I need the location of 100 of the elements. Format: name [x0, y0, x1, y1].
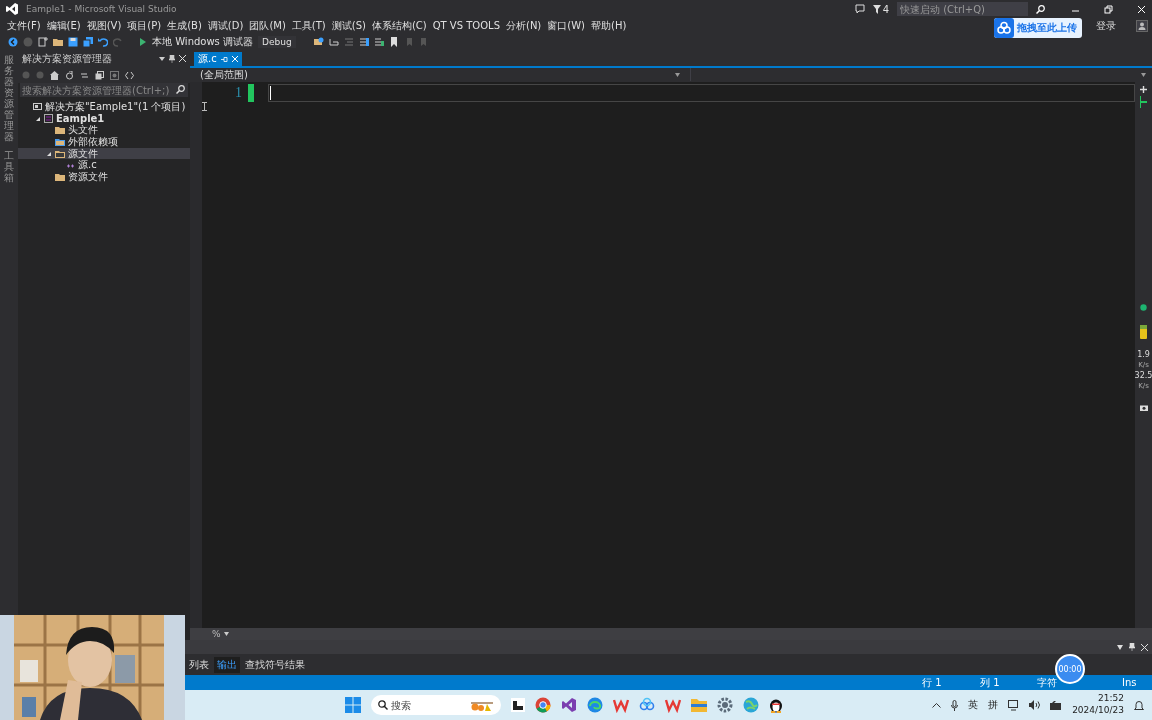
menu-item[interactable]: 体系结构(C)	[368, 18, 430, 33]
menu-item[interactable]: QT VS TOOLS	[429, 20, 503, 31]
menu-item[interactable]: 窗口(W)	[544, 18, 588, 33]
status-item: Ins	[1122, 677, 1138, 688]
sign-in-link[interactable]: 登录	[1096, 18, 1116, 33]
tree-item-label: 源.c	[78, 160, 97, 171]
undo-icon[interactable]	[98, 36, 108, 47]
side-tab[interactable]: 工具箱	[4, 150, 14, 183]
folder-icon	[55, 126, 65, 135]
panel-tab[interactable]: 查找符号结果	[242, 656, 308, 673]
menu-item[interactable]: 工具(T)	[288, 18, 329, 33]
menu-item[interactable]: 测试(S)	[328, 18, 369, 33]
comment-icon[interactable]	[358, 36, 369, 47]
pin-icon[interactable]	[1129, 643, 1135, 651]
status-item: 行 1	[922, 675, 943, 690]
sync-icon[interactable]	[65, 70, 74, 80]
menu-item[interactable]: 生成(B)	[164, 18, 205, 33]
split-icon[interactable]	[1140, 86, 1147, 93]
tree-item[interactable]: 解决方案"Eample1"(1 个项目)	[18, 101, 190, 113]
taskbar-search[interactable]: 搜索	[371, 695, 501, 715]
network-icon[interactable]	[1008, 699, 1020, 711]
battery-icon[interactable]	[1050, 700, 1063, 710]
expanded-arrow-icon[interactable]	[46, 150, 52, 157]
chevron-up-icon[interactable]	[932, 702, 942, 708]
tree-item[interactable]: 资源文件	[18, 171, 190, 183]
input-method-indicator[interactable]: 英	[968, 698, 979, 712]
configuration-dropdown[interactable]: Debug	[258, 35, 296, 48]
home-icon[interactable]	[50, 70, 59, 80]
scroll-marker-icon	[1140, 96, 1147, 108]
folder-icon	[55, 172, 65, 181]
code-icon[interactable]	[125, 70, 134, 80]
menu-item[interactable]: 帮助(H)	[588, 18, 630, 33]
tree-item-label: Eample1	[56, 113, 105, 124]
tree-item[interactable]: Eample1	[18, 112, 190, 125]
folder-icon[interactable]	[691, 698, 707, 712]
menu-item[interactable]: 编辑(E)	[43, 18, 84, 33]
menu-item[interactable]: 视图(V)	[83, 18, 125, 33]
panel-tab[interactable]: 输出	[214, 656, 240, 673]
dark-square-icon[interactable]	[511, 698, 525, 712]
penguin-icon[interactable]	[769, 697, 783, 713]
gear-icon[interactable]	[717, 697, 733, 713]
step-icon[interactable]	[328, 36, 339, 47]
ring-app-icon[interactable]	[535, 697, 551, 713]
play-icon[interactable]	[139, 36, 147, 47]
collapse-icon[interactable]	[95, 70, 104, 80]
side-tab[interactable]: 服务器资源管理器	[4, 54, 14, 142]
back-icon[interactable]	[8, 36, 18, 47]
tree-item[interactable]: 外部依赖项	[18, 136, 190, 148]
menu-item[interactable]: 分析(N)	[503, 18, 545, 33]
feedback-icon[interactable]	[854, 4, 865, 14]
dropdown-arrow-icon[interactable]	[223, 632, 229, 636]
search-icon[interactable]	[1036, 4, 1045, 14]
start-icon[interactable]	[345, 697, 361, 713]
text-cursor-icon	[202, 102, 207, 111]
user-icon[interactable]	[1136, 19, 1148, 32]
microphone-icon[interactable]	[951, 699, 959, 711]
pin-icon[interactable]	[169, 54, 175, 63]
menu-item[interactable]: 调试(D)	[204, 18, 247, 33]
save-icon[interactable]	[68, 36, 78, 47]
properties-icon[interactable]	[110, 70, 119, 80]
tree-item-label: 外部依赖项	[68, 136, 118, 147]
browse-icon[interactable]	[313, 36, 324, 47]
cloud-icon[interactable]	[639, 697, 655, 713]
panel-tab[interactable]: 列表	[186, 656, 212, 673]
new-item-icon[interactable]	[38, 36, 48, 47]
debugger-button[interactable]: 本地 Windows 调试器	[152, 34, 253, 49]
tree-item[interactable]: 源.c	[18, 159, 190, 172]
wave-app-icon[interactable]	[587, 697, 603, 713]
upload-widget[interactable]: 拖拽至此上传	[994, 18, 1082, 38]
zigzag-app-icon[interactable]	[613, 697, 629, 713]
menu-item[interactable]: 项目(P)	[124, 18, 165, 33]
restore-icon[interactable]	[1104, 4, 1113, 14]
search-field[interactable]: 搜索解决方案资源管理器(Ctrl+;)	[20, 83, 188, 97]
tree-item[interactable]: 头文件	[18, 124, 190, 137]
zigzag-app-icon[interactable]	[665, 697, 681, 713]
uncomment-icon[interactable]	[373, 36, 384, 47]
input-method-indicator[interactable]: 拼	[988, 698, 999, 712]
expanded-arrow-icon[interactable]	[35, 115, 41, 122]
dropdown-arrow-icon[interactable]	[1141, 73, 1146, 77]
refresh-icon[interactable]	[80, 70, 89, 80]
zoom-level[interactable]: %	[212, 629, 221, 639]
speaker-icon[interactable]	[1029, 700, 1041, 710]
quick-launch-field[interactable]: 快速启动 (Ctrl+Q)	[897, 2, 1028, 16]
filter-icon[interactable]	[872, 4, 881, 14]
infinity-logo-icon[interactable]	[561, 697, 577, 713]
search-icon[interactable]	[176, 85, 185, 94]
speed-value: 32.5	[1134, 372, 1152, 380]
dropdown-arrow-icon[interactable]	[1117, 644, 1123, 650]
camera-icon[interactable]	[1139, 404, 1148, 411]
bookmark-icon[interactable]	[388, 36, 399, 47]
save-all-icon[interactable]	[83, 36, 93, 47]
dropdown-arrow-icon[interactable]	[159, 55, 165, 62]
menu-item[interactable]: 团队(M)	[246, 18, 289, 33]
dropdown-arrow-icon[interactable]	[675, 72, 680, 77]
open-folder-icon[interactable]	[53, 36, 63, 47]
menu-item[interactable]: 文件(F)	[4, 18, 44, 33]
close-icon[interactable]	[1141, 643, 1148, 651]
close-icon[interactable]	[179, 55, 186, 62]
tree-item[interactable]: 源文件	[18, 147, 190, 160]
notification-bell-icon[interactable]	[1134, 699, 1144, 711]
